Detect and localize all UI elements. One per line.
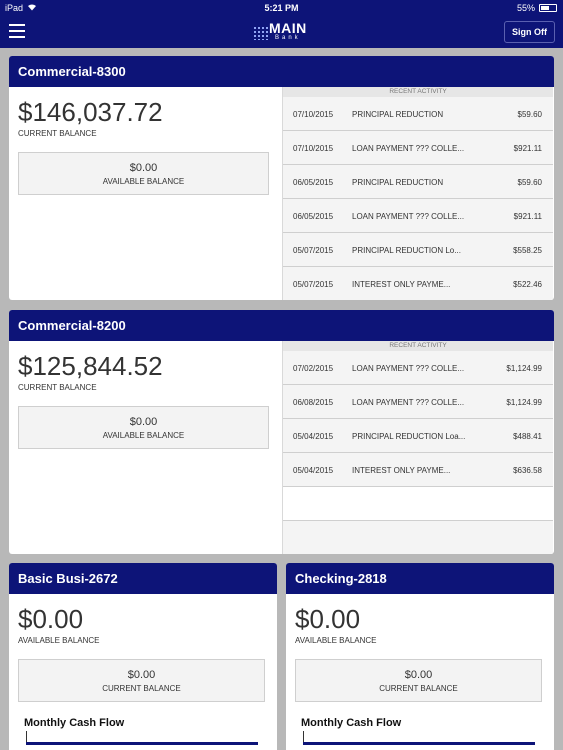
activity-row[interactable]: 06/05/2015 PRINCIPAL REDUCTION $59.60	[283, 165, 553, 199]
activity-row[interactable]: 06/08/2015 LOAN PAYMENT ??? COLLE... $1,12…	[283, 385, 553, 419]
activity-date: 07/10/2015	[293, 144, 334, 153]
secondary-balance-box: $0.00 AVAILABLE BALANCE	[18, 152, 269, 195]
activity-date: 05/07/2015	[293, 246, 334, 255]
nav-bar: MAIN Bank Sign Off	[0, 16, 563, 48]
activity-date: 07/02/2015	[293, 364, 334, 373]
activity-date: 05/04/2015	[293, 466, 334, 475]
recent-activity-title: RECENT ACTIVITY	[283, 341, 553, 351]
balance-label: AVAILABLE BALANCE	[295, 636, 377, 645]
monthly-cash-flow-title: Monthly Cash Flow	[301, 717, 402, 729]
activity-row[interactable]: 06/05/2015 LOAN PAYMENT ??? COLLE... $921.…	[283, 199, 553, 233]
activity-amount: $1,124.99	[506, 398, 542, 407]
activity-amount: $636.58	[513, 466, 542, 475]
activity-amount: $921.11	[513, 212, 542, 221]
secondary-balance-value: $0.00	[404, 669, 433, 681]
status-time: 5:21 PM	[264, 3, 299, 13]
balance-amount: $0.00	[295, 604, 361, 634]
bank-logo: MAIN Bank	[253, 20, 313, 44]
balance-label: CURRENT BALANCE	[18, 383, 97, 392]
activity-amount: $558.25	[513, 246, 542, 255]
menu-icon[interactable]	[9, 24, 25, 38]
activity-date: 06/08/2015	[293, 398, 334, 407]
balance-amount: $146,037.72	[18, 97, 163, 127]
activity-amount: $522.46	[513, 280, 542, 289]
activity-description: LOAN PAYMENT ??? COLLE...	[352, 398, 465, 407]
activity-date: 05/07/2015	[293, 280, 334, 289]
sign-off-button[interactable]: Sign Off	[504, 21, 555, 43]
activity-date: 06/05/2015	[293, 178, 334, 187]
activity-description: LOAN PAYMENT ??? COLLE...	[352, 212, 465, 221]
secondary-balance-value: $0.00	[129, 416, 158, 428]
activity-row[interactable]: 05/04/2015 PRINCIPAL REDUCTION Loa... $488…	[283, 419, 553, 453]
account-title[interactable]: Commercial-8200	[9, 310, 554, 341]
logo-main-text: MAIN	[269, 20, 307, 36]
activity-date: 07/10/2015	[293, 110, 334, 119]
activity-amount: $921.11	[513, 144, 542, 153]
secondary-balance-label: CURRENT BALANCE	[102, 684, 181, 693]
account-card-commercial-8200: Commercial-8200 $125,844.52 CURRENT BALA…	[9, 310, 554, 554]
activity-amount: $488.41	[513, 432, 542, 441]
cash-flow-bar	[26, 742, 258, 745]
secondary-balance-value: $0.00	[129, 162, 158, 174]
activity-row[interactable]: 07/02/2015 LOAN PAYMENT ??? COLLE... $1,12…	[283, 351, 553, 385]
activity-description: LOAN PAYMENT ??? COLLE...	[352, 144, 465, 153]
activity-amount: $1,124.99	[506, 364, 542, 373]
activity-description: LOAN PAYMENT ??? COLLE...	[352, 364, 465, 373]
activity-empty-row	[283, 487, 553, 521]
secondary-balance-label: AVAILABLE BALANCE	[102, 177, 185, 186]
activity-row[interactable]: 05/07/2015 INTEREST ONLY PAYME... $522.46	[283, 267, 553, 300]
activity-description: INTEREST ONLY PAYME...	[352, 466, 451, 475]
activity-description: PRINCIPAL REDUCTION	[352, 178, 444, 187]
account-title[interactable]: Checking-2818	[286, 563, 554, 594]
account-card-commercial-8300: Commercial-8300 $146,037.72 CURRENT BALA…	[9, 56, 554, 300]
monthly-cash-flow-title: Monthly Cash Flow	[24, 717, 125, 729]
activity-description: PRINCIPAL REDUCTION Loa...	[352, 432, 466, 441]
balance-label: AVAILABLE BALANCE	[18, 636, 100, 645]
recent-activity-title: RECENT ACTIVITY	[283, 87, 553, 97]
secondary-balance-label: AVAILABLE BALANCE	[102, 431, 185, 440]
activity-row[interactable]: 05/07/2015 PRINCIPAL REDUCTION Lo... $558.…	[283, 233, 553, 267]
activity-description: PRINCIPAL REDUCTION	[352, 110, 444, 119]
recent-activity-list: RECENT ACTIVITY 07/10/2015 PRINCIPAL REDU…	[282, 87, 553, 300]
secondary-balance-box: $0.00 CURRENT BALANCE	[295, 659, 542, 702]
balance-amount: $0.00	[18, 604, 84, 634]
account-title[interactable]: Basic Busi-2672	[9, 563, 277, 594]
recent-activity-list: RECENT ACTIVITY 07/02/2015 LOAN PAYMENT ?…	[282, 341, 553, 554]
logo-sub-text: Bank	[275, 35, 301, 41]
activity-amount: $59.60	[517, 178, 542, 187]
balance-amount: $125,844.52	[18, 351, 163, 381]
account-card-basic-busi-2672: Basic Busi-2672 $0.00 AVAILABLE BALANCE …	[9, 563, 277, 750]
activity-date: 05/04/2015	[293, 432, 334, 441]
secondary-balance-value: $0.00	[127, 669, 156, 681]
activity-row[interactable]: 07/10/2015 LOAN PAYMENT ??? COLLE... $921.…	[283, 131, 553, 165]
status-bar: iPad 5:21 PM 55%	[0, 0, 563, 16]
battery-icon	[539, 4, 557, 12]
secondary-balance-box: $0.00 CURRENT BALANCE	[18, 659, 265, 702]
battery-percent: 55%	[516, 3, 535, 13]
account-card-checking-2818: Checking-2818 $0.00 AVAILABLE BALANCE $0…	[286, 563, 554, 750]
cash-flow-bar	[303, 742, 535, 745]
balance-label: CURRENT BALANCE	[18, 129, 97, 138]
account-title[interactable]: Commercial-8300	[9, 56, 554, 87]
activity-row[interactable]: 05/04/2015 INTEREST ONLY PAYME... $636.58	[283, 453, 553, 487]
activity-description: INTEREST ONLY PAYME...	[352, 280, 451, 289]
secondary-balance-box: $0.00 AVAILABLE BALANCE	[18, 406, 269, 449]
activity-date: 06/05/2015	[293, 212, 334, 221]
activity-description: PRINCIPAL REDUCTION Lo...	[352, 246, 461, 255]
activity-row[interactable]: 07/10/2015 PRINCIPAL REDUCTION $59.60	[283, 97, 553, 131]
secondary-balance-label: CURRENT BALANCE	[379, 684, 458, 693]
logo-dots-icon	[253, 26, 269, 40]
activity-amount: $59.60	[517, 110, 542, 119]
